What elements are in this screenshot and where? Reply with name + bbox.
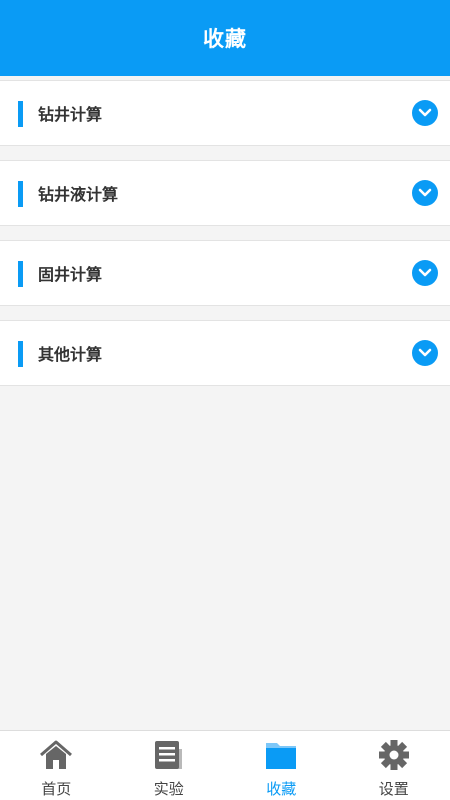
tab-label: 收藏 [266,780,297,798]
page-title: 收藏 [203,27,247,51]
app-header: 收藏 [0,0,450,76]
group-other-calc[interactable]: 其他计算 [0,320,450,386]
tab-label: 实验 [153,780,184,798]
chevron-down-icon[interactable] [412,100,438,126]
bottom-tab-bar: 首页 实验 收藏 设置 [0,730,450,800]
group-label: 其他计算 [38,345,103,364]
chevron-down-icon[interactable] [412,260,438,286]
favorites-list: 钻井计算 钻井液计算 固井计算 其他计算 [0,76,450,386]
tab-home[interactable]: 首页 [0,731,113,800]
group-label: 钻井计算 [38,105,103,124]
home-icon [39,738,73,772]
group-label: 钻井液计算 [38,185,119,204]
accent-bar [18,101,23,127]
chevron-down-icon[interactable] [412,180,438,206]
document-list-icon [152,738,186,772]
group-drilling-calc[interactable]: 钻井计算 [0,80,450,146]
group-drilling-fluid-calc[interactable]: 钻井液计算 [0,160,450,226]
folder-icon [264,738,298,772]
tab-favorites[interactable]: 收藏 [225,731,338,800]
accent-bar [18,261,23,287]
accent-bar [18,341,23,367]
tab-experiment[interactable]: 实验 [113,731,226,800]
group-cementing-calc[interactable]: 固井计算 [0,240,450,306]
chevron-down-icon[interactable] [412,340,438,366]
tab-label: 设置 [378,780,409,798]
gear-icon [377,738,411,772]
accent-bar [18,181,23,207]
tab-settings[interactable]: 设置 [338,731,450,800]
group-label: 固井计算 [38,265,103,284]
tab-label: 首页 [41,780,72,798]
